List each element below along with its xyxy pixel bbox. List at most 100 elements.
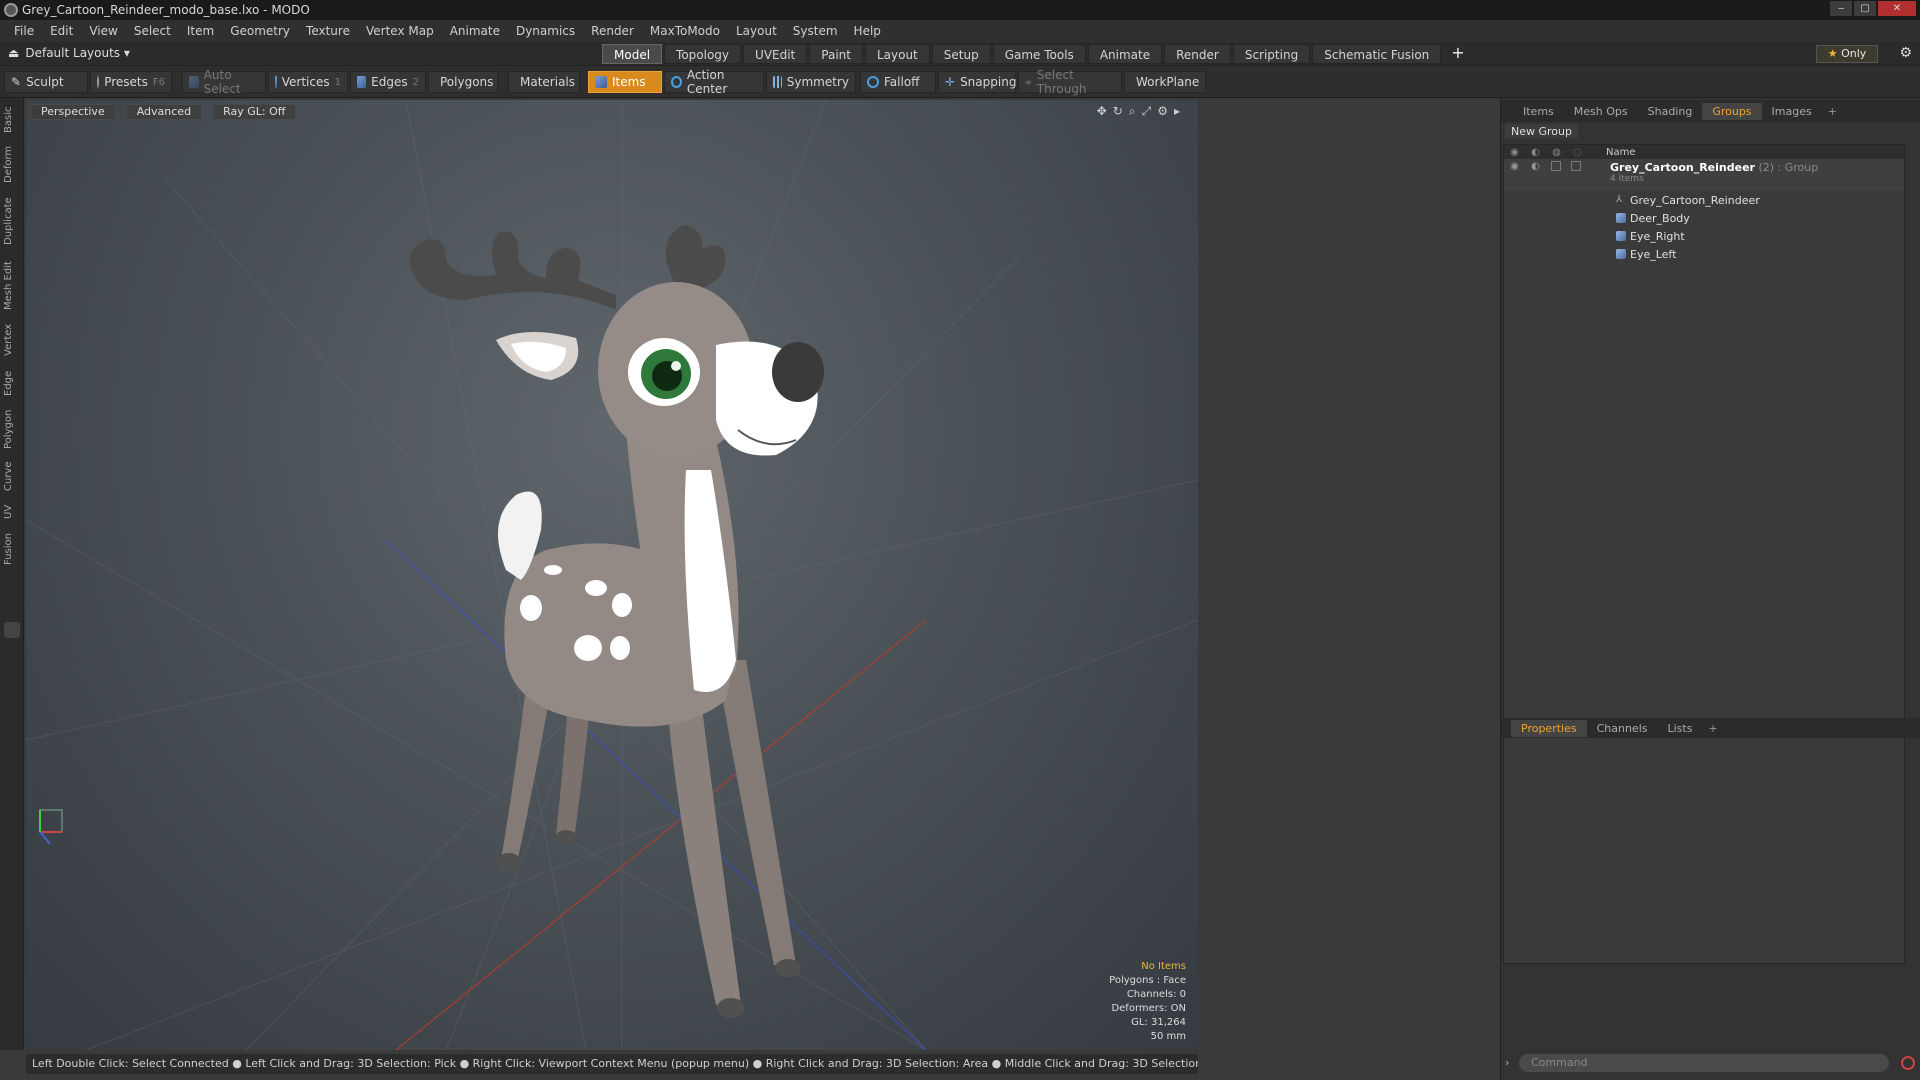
tab-topology[interactable]: Topology	[664, 44, 742, 64]
tab-images[interactable]: Images	[1762, 103, 1822, 120]
render-toggle-icon[interactable]: ◐	[1525, 161, 1546, 172]
materials-button[interactable]: Materials	[508, 71, 580, 93]
minimize-button[interactable]: ‒	[1830, 1, 1852, 16]
vtab-uv[interactable]: UV	[3, 500, 21, 524]
left-tool-tabs: Basic Deform Duplicate Mesh Edit Vertex …	[0, 98, 24, 1050]
menu-help[interactable]: Help	[846, 24, 889, 38]
tab-schematic-fusion[interactable]: Schematic Fusion	[1312, 44, 1442, 64]
menu-texture[interactable]: Texture	[298, 24, 358, 38]
vtab-edge[interactable]: Edge	[3, 366, 21, 400]
falloff-button[interactable]: Falloff	[860, 71, 936, 93]
action-center-button[interactable]: Action Center	[664, 68, 764, 96]
menu-select[interactable]: Select	[126, 24, 179, 38]
group-row[interactable]: ◉ ◐ Grey_Cartoon_Reindeer (2) : Group 4 …	[1504, 159, 1904, 191]
tab-game-tools[interactable]: Game Tools	[992, 44, 1086, 64]
add-panel-tab-button[interactable]: +	[1822, 105, 1843, 118]
select-column-icon[interactable]: ◌	[1567, 147, 1588, 158]
zoom-icon[interactable]: ⌕	[1129, 104, 1136, 119]
panel-toggle-icon[interactable]	[4, 622, 20, 638]
name-column-header[interactable]: Name	[1606, 147, 1636, 158]
snapping-button[interactable]: ✛ Snapping	[938, 71, 1016, 93]
tab-model[interactable]: Model	[602, 44, 663, 64]
menu-maxtomodo[interactable]: MaxToModo	[642, 24, 728, 38]
vtab-vertex[interactable]: Vertex	[3, 320, 21, 360]
menu-system[interactable]: System	[785, 24, 846, 38]
falloff-icon	[867, 76, 879, 88]
tab-animate[interactable]: Animate	[1087, 44, 1163, 64]
fit-icon[interactable]: ⤢	[1142, 104, 1152, 119]
only-toggle[interactable]: ★ Only	[1816, 45, 1878, 63]
polygons-button[interactable]: Polygons	[428, 71, 498, 93]
add-tab-button[interactable]: +	[1443, 44, 1472, 64]
new-group-button[interactable]: New Group	[1505, 124, 1578, 139]
tab-render[interactable]: Render	[1164, 44, 1231, 64]
edges-button[interactable]: Edges 2	[350, 71, 426, 93]
visibility-column-icon[interactable]: ◉	[1504, 147, 1525, 158]
tab-items[interactable]: Items	[1513, 103, 1564, 120]
3d-viewport[interactable]: Perspective Advanced Ray GL: Off ✥ ↻ ⌕ ⤢…	[26, 100, 1198, 1050]
gear-icon[interactable]: ⚙	[1899, 45, 1912, 61]
tab-setup[interactable]: Setup	[931, 44, 991, 64]
sculpt-button[interactable]: ✎ Sculpt	[4, 71, 88, 93]
menu-edit[interactable]: Edit	[42, 24, 81, 38]
tab-lists[interactable]: Lists	[1658, 720, 1703, 737]
vtab-duplicate[interactable]: Duplicate	[3, 194, 21, 248]
workplane-button[interactable]: WorkPlane	[1124, 71, 1206, 93]
layout-selector[interactable]: ⏏ Default Layouts ▾	[8, 46, 130, 60]
list-item[interactable]: Eye_Right	[1504, 227, 1904, 245]
select-checkbox[interactable]	[1571, 161, 1581, 171]
presets-button[interactable]: Presets F6	[90, 71, 172, 93]
shading-mode-button[interactable]: Advanced	[125, 104, 203, 120]
raygl-toggle[interactable]: Ray GL: Off	[212, 104, 297, 120]
menu-animate[interactable]: Animate	[442, 24, 508, 38]
vtab-basic[interactable]: Basic	[3, 104, 21, 136]
render-column-icon[interactable]: ◐	[1525, 147, 1546, 158]
lock-column-icon[interactable]: ◍	[1546, 147, 1567, 158]
lock-checkbox[interactable]	[1551, 161, 1561, 171]
menu-item[interactable]: Item	[179, 24, 222, 38]
tab-paint[interactable]: Paint	[809, 44, 863, 64]
vertices-button[interactable]: Vertices 1	[268, 71, 348, 93]
tab-mesh-ops[interactable]: Mesh Ops	[1564, 103, 1638, 120]
vtab-mesh-edit[interactable]: Mesh Edit	[3, 258, 21, 314]
expand-arrow-icon[interactable]: ▸	[1174, 104, 1180, 119]
tab-layout[interactable]: Layout	[864, 44, 930, 64]
menu-layout[interactable]: Layout	[728, 24, 785, 38]
group-meta: (2) : Group	[1758, 161, 1819, 174]
tab-scripting[interactable]: Scripting	[1232, 44, 1311, 64]
eye-icon[interactable]: ◉	[1504, 161, 1525, 172]
add-properties-tab-button[interactable]: +	[1702, 722, 1723, 735]
item-label: Deer_Body	[1630, 211, 1690, 225]
vtab-curve[interactable]: Curve	[3, 458, 21, 494]
menu-geometry[interactable]: Geometry	[222, 24, 298, 38]
select-through-button[interactable]: ⌖ Select Through	[1018, 68, 1122, 96]
list-item[interactable]: Deer_Body	[1504, 209, 1904, 227]
tab-shading[interactable]: Shading	[1638, 103, 1703, 120]
tab-properties[interactable]: Properties	[1511, 719, 1587, 737]
vtab-fusion[interactable]: Fusion	[3, 530, 21, 568]
menu-view[interactable]: View	[81, 24, 125, 38]
pan-icon[interactable]: ✥	[1097, 104, 1107, 119]
vtab-deform[interactable]: Deform	[3, 144, 21, 184]
close-button[interactable]: ✕	[1878, 1, 1916, 16]
menu-vertex-map[interactable]: Vertex Map	[358, 24, 442, 38]
menu-render[interactable]: Render	[583, 24, 642, 38]
command-input[interactable]: Command	[1519, 1054, 1889, 1072]
list-item[interactable]: ⅄ Grey_Cartoon_Reindeer	[1504, 191, 1904, 209]
perspective-view-button[interactable]: Perspective	[30, 104, 116, 120]
tab-uvedit[interactable]: UVEdit	[743, 44, 808, 64]
menu-dynamics[interactable]: Dynamics	[508, 24, 583, 38]
record-macro-icon[interactable]	[1901, 1056, 1915, 1070]
symmetry-button[interactable]: Symmetry	[766, 71, 856, 93]
viewport-settings-icon[interactable]: ⚙	[1157, 104, 1168, 119]
items-button[interactable]: Items	[588, 71, 662, 93]
auto-select-button[interactable]: Auto Select	[182, 68, 266, 96]
rotate-icon[interactable]: ↻	[1113, 104, 1123, 119]
menu-file[interactable]: File	[6, 24, 42, 38]
list-item[interactable]: Eye_Left	[1504, 245, 1904, 263]
maximize-button[interactable]: ▢	[1854, 1, 1876, 16]
tab-channels[interactable]: Channels	[1587, 720, 1658, 737]
vtab-polygon[interactable]: Polygon	[3, 406, 21, 452]
tab-groups[interactable]: Groups	[1702, 102, 1762, 120]
command-history-icon[interactable]: ›	[1505, 1056, 1509, 1069]
